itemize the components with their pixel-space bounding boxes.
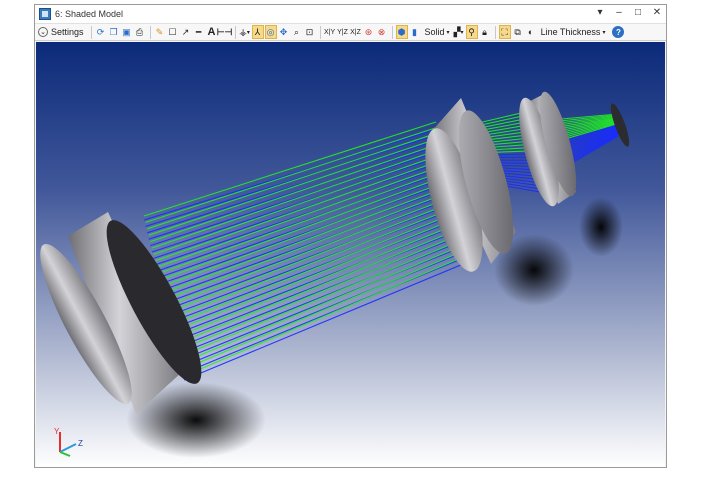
layout-icon[interactable]: ⧉ (512, 25, 524, 39)
axis-z-label: Z (78, 439, 83, 448)
rectangle-icon[interactable]: ☐ (167, 25, 179, 39)
toolbar-separator (234, 25, 236, 39)
toolbar-separator (319, 25, 321, 39)
shaded-icon[interactable]: ⬢ (395, 25, 408, 39)
shaded-model-window: 6: Shaded Model ▾ – □ ✕ ⌄ Settings ⟳ ❐ ▣… (34, 4, 667, 468)
settings-label: Settings (51, 27, 84, 37)
view-yz-button[interactable]: Y|Z (337, 25, 349, 39)
minimize-button[interactable]: – (614, 7, 624, 18)
line-icon[interactable]: ━ (193, 25, 205, 39)
window-menu-dropdown-icon[interactable]: ▾ (595, 7, 605, 18)
shaded-model-scene: Y Z (36, 42, 665, 467)
settings-button[interactable]: ⌄ Settings (38, 27, 84, 37)
chevron-down-icon: ▾ (446, 29, 450, 36)
3d-viewport[interactable]: Y Z (36, 42, 665, 467)
print-icon[interactable]: ⎙ (134, 25, 146, 39)
lock-icon[interactable]: 🔒︎ (479, 25, 491, 39)
arrow-line-icon[interactable]: ↗ (180, 25, 192, 39)
save-icon[interactable]: ▣ (121, 25, 133, 39)
frame-icon[interactable]: ⛶ (498, 25, 511, 39)
help-icon[interactable]: ? (612, 26, 625, 38)
zoom-icon[interactable]: ⌕ (291, 25, 303, 39)
pan-icon[interactable]: ✥ (278, 25, 290, 39)
view-xy-button[interactable]: X|Y (324, 25, 336, 39)
rotate-view-icon[interactable]: ◎ (264, 25, 277, 39)
ray-icon[interactable]: ⚲ (465, 25, 478, 39)
toolbar-separator (90, 25, 92, 39)
rotate-x-icon[interactable]: ⊛ (363, 25, 375, 39)
fit-view-icon[interactable]: ⊡ (304, 25, 316, 39)
window-controls: ▾ – □ ✕ (595, 7, 662, 18)
chevron-down-icon: ⌄ (38, 27, 48, 37)
line-thickness-label: Line Thickness (540, 27, 601, 37)
chevron-down-icon: ▾ (460, 29, 464, 36)
copy-icon[interactable]: ❐ (108, 25, 120, 39)
gradient-icon: ▞ (453, 26, 461, 37)
toolbar: ⌄ Settings ⟳ ❐ ▣ ⎙ ✎ ☐ ↗ ━ A ⊢⊣ ⚶ ▾ ⅄ ◎ ✥… (35, 23, 666, 41)
chevron-down-icon: ▾ (246, 29, 250, 36)
axis-orient-icon[interactable]: ⅄ (251, 25, 264, 39)
solid-icon[interactable]: ▮ (409, 25, 421, 39)
maximize-button[interactable]: □ (633, 7, 643, 18)
toolbar-separator (149, 25, 151, 39)
window-title: 6: Shaded Model (55, 9, 124, 19)
rotate-y-icon[interactable]: ⊗ (376, 25, 388, 39)
cycle-icon[interactable]: ◐ (525, 25, 537, 39)
toolbar-separator (391, 25, 393, 39)
title-bar: 6: Shaded Model ▾ – □ ✕ (35, 5, 666, 23)
render-mode-dropdown[interactable]: Solid ▾ (425, 27, 450, 37)
light-icon: ⚶ (239, 26, 247, 37)
render-mode-label: Solid (424, 27, 445, 37)
refresh-icon[interactable]: ⟳ (95, 25, 107, 39)
line-thickness-dropdown[interactable]: Line Thickness ▾ (541, 27, 606, 37)
close-button[interactable]: ✕ (652, 7, 662, 18)
chevron-down-icon: ▾ (602, 29, 606, 36)
background-dropdown[interactable]: ▞ ▾ (453, 25, 465, 39)
dimension-icon[interactable]: ⊢⊣ (217, 25, 233, 39)
lens3-shadow (579, 197, 623, 257)
view-xz-button[interactable]: X|Z (350, 25, 362, 39)
toolbar-separator (494, 25, 496, 39)
light-source-dropdown[interactable]: ⚶ ▾ (239, 25, 251, 39)
window-app-icon (39, 8, 51, 20)
axis-y-label: Y (54, 427, 60, 436)
pencil-icon[interactable]: ✎ (154, 25, 166, 39)
